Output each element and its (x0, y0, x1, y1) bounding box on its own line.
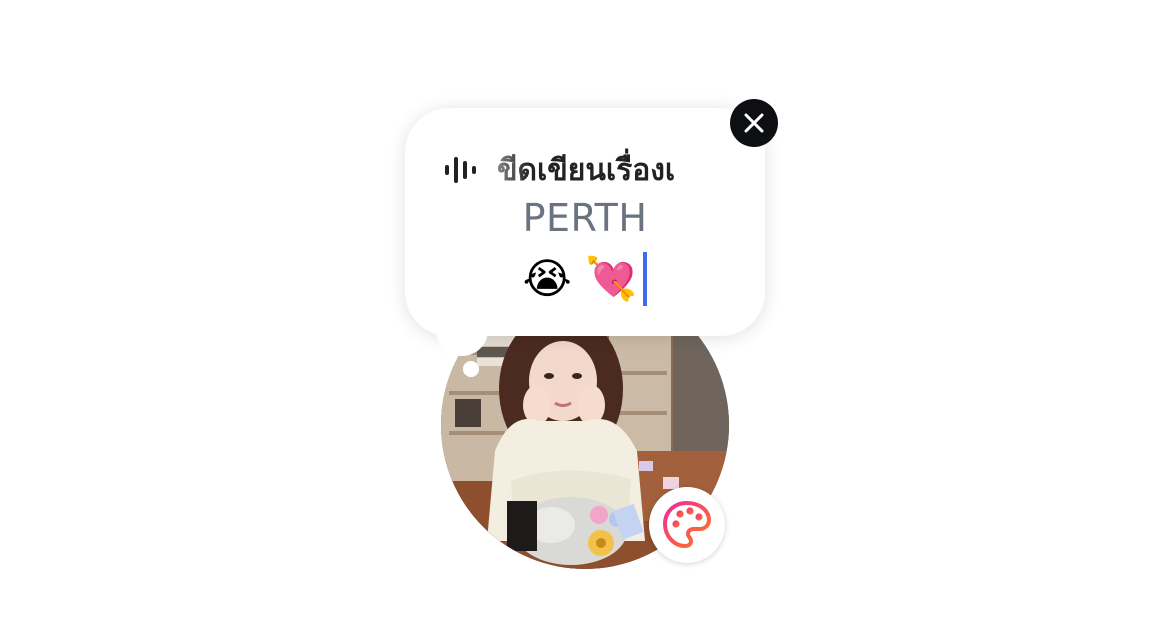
music-row[interactable]: ขีดเขียนเรื่องเ (443, 148, 729, 192)
note-text: 😭 💘 (522, 254, 638, 303)
bubble-tail-dot (463, 361, 479, 377)
text-caret (643, 252, 648, 306)
note-editor: ขีดเขียนเรื่องเ PERTH 😭 💘 (0, 0, 1169, 631)
song-artist: PERTH (522, 196, 648, 240)
audio-wave-icon (445, 157, 476, 183)
palette-icon (663, 501, 711, 548)
palette-button[interactable] (649, 487, 725, 563)
note-bubble[interactable]: ขีดเขียนเรื่องเ PERTH 😭 💘 (405, 108, 765, 336)
song-title: ขีดเขียนเรื่องเ (497, 152, 676, 188)
close-icon (744, 113, 764, 133)
close-button[interactable] (730, 99, 778, 147)
note-input[interactable]: 😭 💘 (405, 250, 765, 308)
